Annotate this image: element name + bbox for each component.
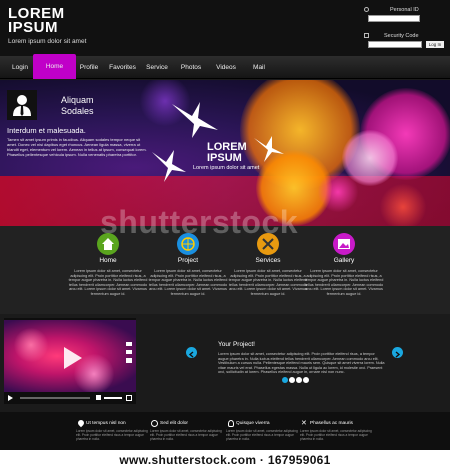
play-icon[interactable] bbox=[64, 347, 82, 369]
slider-dot[interactable] bbox=[303, 377, 309, 383]
bird-icon bbox=[172, 102, 218, 138]
prev-arrow-icon[interactable] bbox=[186, 347, 197, 358]
personal-id-label: Personal ID bbox=[390, 7, 419, 13]
feature-gallery[interactable]: Gallery Lorem ipsum dolor sit amet, cons… bbox=[304, 233, 384, 297]
feature-text: Lorem ipsum dolor sit amet, consectetur … bbox=[228, 269, 308, 296]
video-screen[interactable] bbox=[4, 320, 136, 392]
feature-label: Services bbox=[255, 257, 281, 264]
feature-text: Lorem ipsum dolor sit amet, consectetur … bbox=[148, 269, 228, 296]
progress-bar[interactable] bbox=[20, 397, 90, 399]
slider-dot[interactable] bbox=[296, 377, 302, 383]
footer-text: Lorem ipsum dolor sit amet, consectetur … bbox=[226, 429, 298, 441]
feature-text: Lorem ipsum dolor sit amet, consectetur … bbox=[68, 269, 148, 296]
feature-home[interactable]: Home Lorem ipsum dolor sit amet, consect… bbox=[68, 233, 148, 297]
feature-services[interactable]: Services Lorem ipsum dolor sit amet, con… bbox=[228, 233, 308, 297]
personal-id-input[interactable] bbox=[368, 15, 420, 22]
footer-text: Lorem ipsum dolor sit amet, consectetur … bbox=[150, 429, 222, 441]
bird-icon bbox=[152, 150, 186, 182]
bokeh-light bbox=[380, 184, 426, 226]
nav-mail[interactable]: Mail bbox=[248, 56, 270, 79]
feature-project[interactable]: Project Lorem ipsum dolor sit amet, cons… bbox=[148, 233, 228, 297]
slider-dot[interactable] bbox=[289, 377, 295, 383]
nav-photos[interactable]: Photos bbox=[177, 56, 205, 79]
feature-label: Project bbox=[177, 257, 199, 264]
security-code-input[interactable] bbox=[368, 41, 422, 48]
bird-icon bbox=[254, 136, 284, 162]
footer-column: Ut tempus nisl non Lorem ipsum dolor sit… bbox=[76, 418, 152, 441]
login-button[interactable]: Log In bbox=[426, 41, 444, 48]
volume-icon[interactable] bbox=[96, 395, 101, 400]
video-controls bbox=[4, 393, 136, 403]
feature-label: Gallery bbox=[333, 257, 355, 264]
footer: Ut tempus nisl non Lorem ipsum dolor sit… bbox=[0, 412, 450, 450]
tools-icon: ✕ bbox=[301, 420, 307, 427]
footer-title[interactable]: Ut tempus nisl non bbox=[76, 421, 152, 426]
footer-column: ✕ Phasellus ac mauris Lorem ipsum dolor … bbox=[300, 420, 376, 441]
hero-heading-line2: Sodales bbox=[61, 106, 94, 116]
feature-label: Home bbox=[99, 257, 117, 264]
feature-text: Lorem ipsum dolor sit amet, consectetur … bbox=[304, 269, 384, 296]
project-heading: Your Project! bbox=[218, 341, 255, 348]
site-tagline: Lorem ipsum dolor sit amet bbox=[8, 38, 87, 45]
hero-subheading: Interdum et malesuada. bbox=[7, 126, 86, 135]
nav-favorites[interactable]: Favorites bbox=[106, 56, 139, 79]
main-nav: Login Home Profile Favorites Service Pho… bbox=[0, 54, 450, 79]
nav-home[interactable]: Home bbox=[33, 54, 76, 79]
hero-tagline: Lorem ipsum dolor sit amet bbox=[193, 165, 260, 171]
security-code-label: Security Code bbox=[384, 33, 419, 39]
logo[interactable]: LOREM IPSUM bbox=[8, 6, 65, 36]
bokeh-light bbox=[14, 328, 48, 362]
nav-login[interactable]: Login bbox=[6, 56, 34, 79]
hero-title-line2: IPSUM bbox=[207, 152, 242, 164]
fullscreen-icon[interactable] bbox=[126, 395, 132, 401]
picture-icon[interactable] bbox=[333, 233, 355, 255]
hero-heading-line1: Aliquam bbox=[61, 95, 94, 105]
globe-icon bbox=[151, 420, 158, 427]
hero-body-text: Tamen sit amet ipsum primis in faucibus.… bbox=[7, 137, 147, 157]
hero-title: LOREM IPSUM bbox=[207, 142, 247, 164]
slider-dot[interactable] bbox=[282, 377, 288, 383]
mail-icon[interactable] bbox=[126, 342, 132, 346]
footer-column: Quisque viverra Lorem ipsum dolor sit am… bbox=[226, 420, 302, 441]
volume-bar[interactable] bbox=[104, 397, 122, 399]
person-icon bbox=[7, 90, 37, 120]
lock-icon bbox=[364, 33, 369, 38]
stock-bar: www.shutterstock.com · 167959061 bbox=[0, 450, 450, 470]
chart-icon[interactable] bbox=[126, 358, 132, 363]
nav-profile[interactable]: Profile bbox=[76, 56, 102, 79]
key-icon bbox=[364, 7, 369, 12]
video-side-icons bbox=[126, 342, 132, 363]
logo-line2: IPSUM bbox=[8, 19, 59, 36]
footer-text: Lorem ipsum dolor sit amet, consectetur … bbox=[76, 429, 148, 441]
next-arrow-icon[interactable] bbox=[392, 347, 403, 358]
video-player[interactable] bbox=[4, 318, 136, 404]
header: LOREM IPSUM Lorem ipsum dolor sit amet P… bbox=[0, 0, 450, 56]
project-text: Lorem ipsum dolor sit amet, consectetur … bbox=[218, 352, 385, 375]
watermark: shutterstock bbox=[100, 204, 299, 240]
hero-heading: Aliquam Sodales bbox=[61, 95, 94, 117]
nav-service[interactable]: Service bbox=[143, 56, 171, 79]
screen-icon[interactable] bbox=[126, 350, 132, 354]
footer-title[interactable]: Quisque viverra bbox=[226, 421, 302, 426]
play-small-icon[interactable] bbox=[8, 395, 13, 401]
bokeh-light bbox=[318, 172, 358, 212]
nav-videos[interactable]: Videos bbox=[212, 56, 240, 79]
lightbulb-icon bbox=[228, 420, 234, 427]
footer-text: Lorem ipsum dolor sit amet, consectetur … bbox=[300, 429, 372, 441]
web-template: LOREM IPSUM Lorem ipsum dolor sit amet P… bbox=[0, 0, 450, 450]
footer-title[interactable]: Phasellus ac mauris bbox=[300, 421, 376, 426]
footer-title[interactable]: Sed elit dolor bbox=[150, 421, 226, 426]
footer-column: Sed elit dolor Lorem ipsum dolor sit ame… bbox=[150, 420, 226, 441]
